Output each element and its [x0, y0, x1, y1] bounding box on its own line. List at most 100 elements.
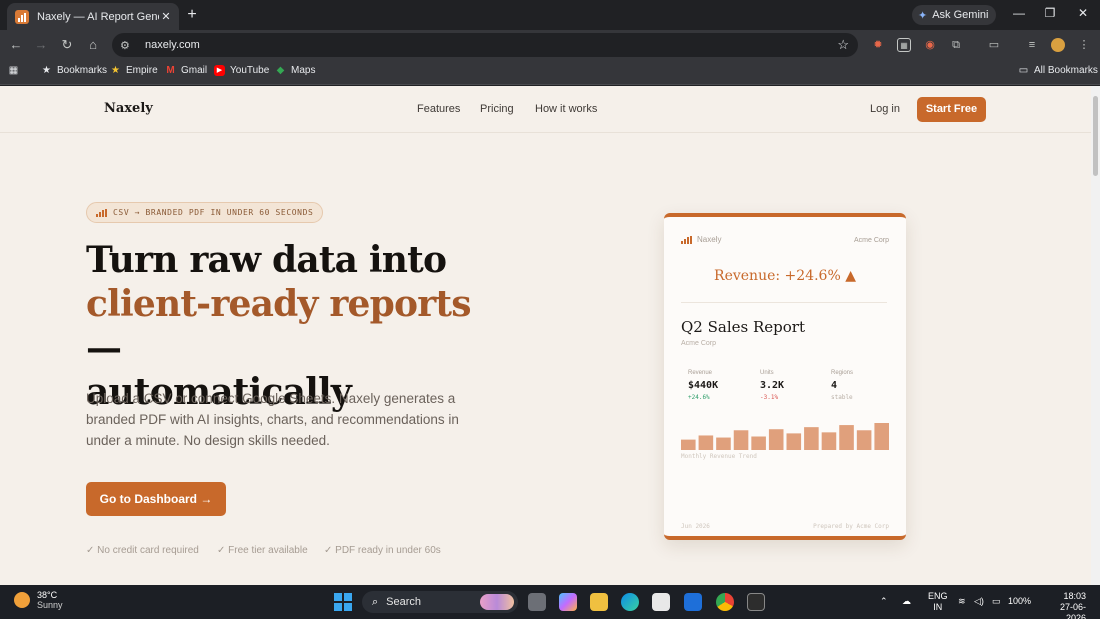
minimize-icon[interactable]: —: [1004, 6, 1034, 20]
edge-icon[interactable]: [621, 593, 639, 611]
bar-chart-icon: [96, 208, 107, 217]
close-window-icon[interactable]: ✕: [1068, 6, 1098, 20]
nav-features[interactable]: Features: [417, 103, 460, 115]
start-free-button[interactable]: Start Free: [917, 97, 986, 122]
reload-icon[interactable]: ↻: [59, 37, 75, 53]
report-brand: Naxely: [681, 235, 721, 244]
bookmark-maps[interactable]: ◆ Maps: [275, 65, 316, 76]
report-footer-date: Jun 2026: [681, 523, 710, 530]
login-link[interactable]: Log in: [870, 103, 900, 115]
url-text: naxely.com: [145, 39, 200, 51]
report-footer-prepared: Prepared by Acme Corp: [813, 523, 889, 530]
cast-icon[interactable]: ▭: [987, 38, 1001, 52]
chart-bar: [768, 429, 784, 450]
hero-pill-badge: CSV → BRANDED PDF IN UNDER 60 SECONDS: [86, 202, 324, 223]
home-icon[interactable]: ⌂: [85, 37, 101, 53]
sample-report-card: Naxely Acme Corp Revenue: +24.6% ▲ Q2 Sa…: [664, 213, 906, 540]
menu-kebab-icon[interactable]: ⋮: [1077, 38, 1091, 52]
bookmark-star-icon[interactable]: ☆: [837, 37, 849, 53]
chrome-icon[interactable]: [716, 593, 734, 611]
restore-icon[interactable]: ❐: [1035, 6, 1065, 20]
maps-pin-icon: ◆: [276, 65, 285, 76]
headline-dash: —: [86, 327, 122, 369]
bookmark-empire[interactable]: ★ Empire: [110, 65, 158, 76]
search-highlight-image: [480, 594, 514, 610]
site-info-icon[interactable]: ⚙: [120, 39, 136, 52]
bookmark-youtube[interactable]: ▶ YouTube: [214, 65, 269, 76]
task-view-icon[interactable]: [528, 593, 546, 611]
sun-icon: [14, 592, 30, 608]
go-to-dashboard-button[interactable]: Go to Dashboard →: [86, 482, 226, 516]
report-subtitle: Acme Corp: [681, 340, 717, 347]
wifi-icon[interactable]: ≋: [958, 596, 966, 607]
stat-regions: Regions 4 stable: [831, 370, 854, 401]
terminal-icon[interactable]: [747, 593, 765, 611]
chart-bar: [751, 436, 766, 450]
windows-start-icon[interactable]: [334, 593, 352, 611]
bookmark-bookmarks[interactable]: ★ Bookmarks: [41, 65, 107, 76]
profile-avatar[interactable]: [1051, 38, 1065, 52]
folder-icon: ▭: [1018, 65, 1029, 76]
back-icon[interactable]: ←: [8, 37, 24, 53]
address-bar[interactable]: ⚙ naxely.com ☆: [112, 33, 858, 57]
gemini-label: Ask Gemini: [932, 9, 989, 21]
youtube-icon: ▶: [214, 65, 225, 76]
star-icon: ★: [42, 65, 51, 76]
page-scrollbar[interactable]: [1091, 86, 1100, 585]
divider: [681, 302, 887, 303]
cloud-icon[interactable]: ☁: [902, 596, 911, 607]
extension-1-icon[interactable]: ✹: [871, 38, 885, 52]
scrollbar-thumb[interactable]: [1093, 96, 1098, 176]
site-header: Naxely Features Pricing How it works Log…: [0, 86, 1091, 133]
volume-icon[interactable]: ◁): [974, 596, 984, 607]
chart-bar: [786, 433, 802, 450]
nav-how-it-works[interactable]: How it works: [535, 103, 597, 115]
site-logo[interactable]: Naxely: [104, 101, 153, 116]
taskbar-search[interactable]: ⌕ Search: [362, 591, 518, 613]
reading-list-icon[interactable]: ≡: [1025, 38, 1039, 52]
chart-bar: [698, 435, 714, 450]
clock[interactable]: 18:03 27-06-2026: [1040, 591, 1086, 619]
chart-bar: [804, 427, 819, 450]
check-free-tier: ✓ Free tier available: [217, 545, 308, 556]
apps-grid-icon[interactable]: ▦: [8, 65, 19, 76]
extensions-puzzle-icon[interactable]: ⧉: [949, 38, 963, 52]
gemini-sparkle-icon: ✦: [918, 9, 928, 22]
ask-gemini-button[interactable]: ✦ Ask Gemini: [912, 5, 997, 25]
bookmark-gmail[interactable]: M Gmail: [165, 65, 207, 76]
extension-3-icon[interactable]: ◉: [923, 38, 937, 52]
monthly-revenue-chart: [681, 423, 889, 450]
browser-tab[interactable]: Naxely — AI Report Generator ✕: [7, 3, 179, 30]
language-indicator[interactable]: ENG IN: [928, 591, 948, 613]
windows-taskbar: 38°C Sunny ⌕ Search ⌃ ☁ ENG IN ≋ ◁) ▭ 10…: [0, 585, 1100, 619]
forward-icon[interactable]: →: [33, 37, 49, 53]
extension-2-icon[interactable]: ▦: [897, 38, 911, 52]
pill-text: CSV → BRANDED PDF IN UNDER 60 SECONDS: [113, 208, 314, 217]
all-bookmarks[interactable]: ▭ All Bookmarks: [1018, 65, 1098, 76]
close-tab-icon[interactable]: ✕: [159, 10, 173, 23]
new-tab-button[interactable]: +: [182, 5, 202, 25]
battery-icon[interactable]: ▭: [992, 596, 1001, 607]
tray-chevron-icon[interactable]: ⌃: [880, 596, 888, 607]
star-icon: ★: [111, 65, 120, 76]
nav-pricing[interactable]: Pricing: [480, 103, 514, 115]
chart-bar: [839, 425, 854, 450]
outlook-icon[interactable]: [684, 593, 702, 611]
file-explorer-icon[interactable]: [590, 593, 608, 611]
weather-widget[interactable]: 38°C Sunny: [14, 590, 63, 610]
store-icon[interactable]: [652, 593, 670, 611]
hero-subtitle: Upload a CSV or connect Google Sheets. N…: [86, 391, 459, 448]
bar-chart-icon: [681, 236, 692, 244]
search-icon: ⌕: [372, 595, 379, 608]
tab-strip: Naxely — AI Report Generator ✕ + ✦ Ask G…: [0, 0, 1100, 30]
battery-percent: 100%: [1008, 596, 1032, 606]
copilot-icon[interactable]: [559, 593, 577, 611]
chart-bar: [874, 423, 889, 450]
gmail-icon: M: [166, 65, 175, 76]
stat-revenue: Revenue $440K +24.6%: [688, 370, 719, 401]
headline-line-1: Turn raw data into: [86, 239, 447, 281]
chart-bar: [856, 430, 872, 450]
stat-units: Units 3.2K -3.1%: [760, 370, 785, 401]
check-no-card: ✓ No credit card required: [86, 545, 199, 556]
page-viewport: Naxely Features Pricing How it works Log…: [0, 86, 1091, 585]
